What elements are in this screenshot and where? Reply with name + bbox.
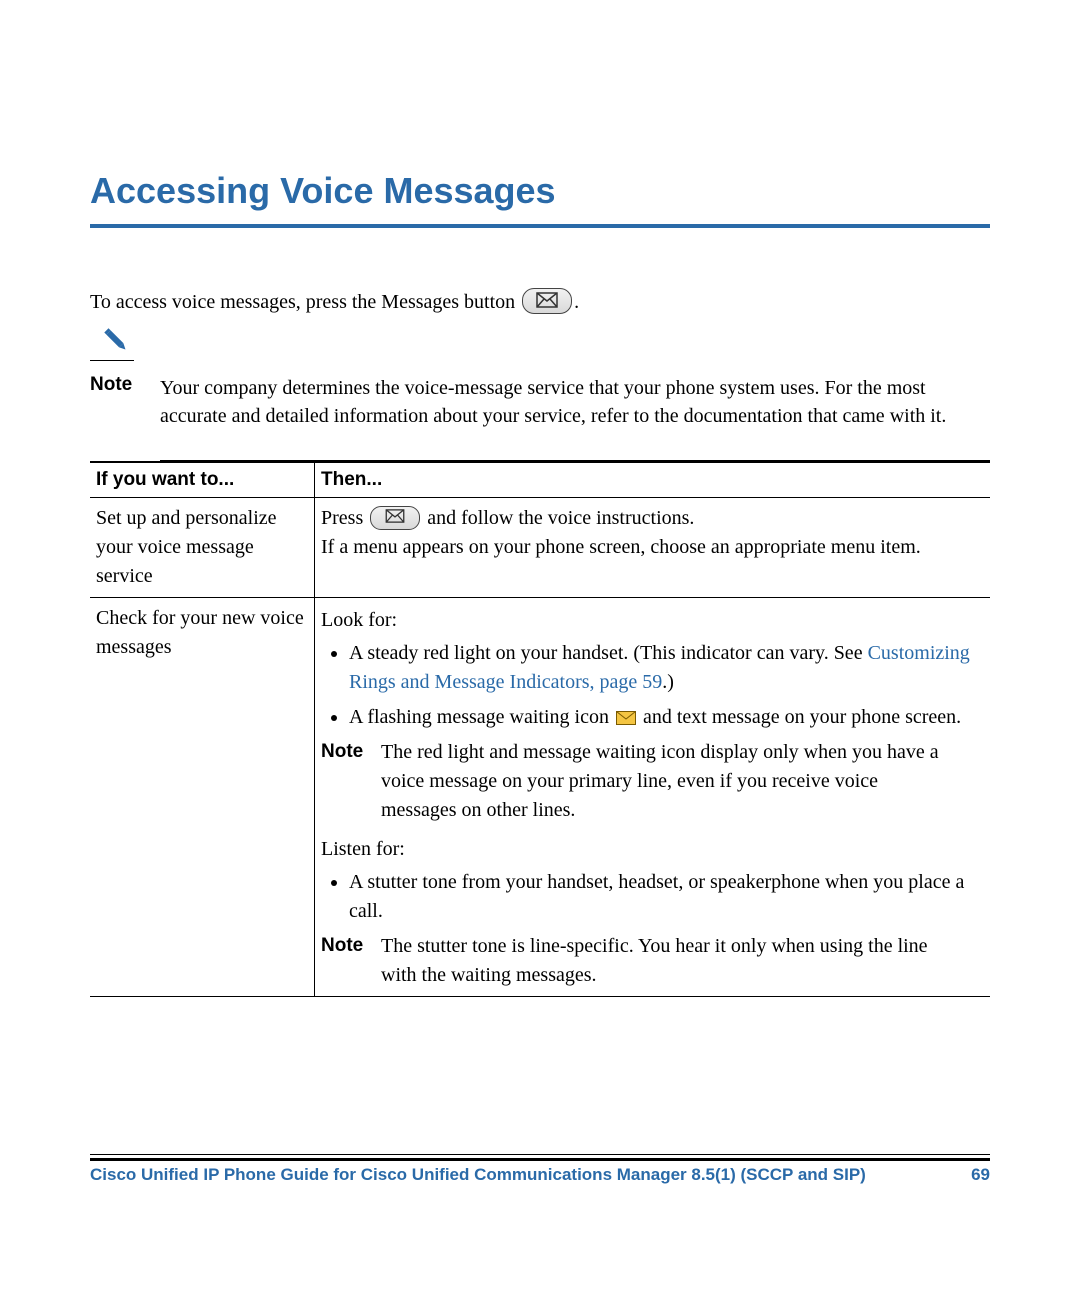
lookfor-list: A steady red light on your handset. (Thi…	[321, 639, 982, 732]
instructions-table: If you want to... Then... Set up and per…	[90, 461, 990, 997]
inner-note-text: The stutter tone is line-specific. You h…	[381, 932, 941, 990]
note-block: Note Your company determines the voice-m…	[90, 346, 990, 430]
press-text-before: Press	[321, 507, 368, 529]
messages-button-icon	[522, 288, 572, 314]
footer-page-number: 69	[971, 1165, 990, 1185]
listenfor-label: Listen for:	[321, 835, 982, 864]
list-item: A flashing message waiting icon and text…	[349, 703, 982, 732]
bullet2-text-b: and text message on your phone screen.	[643, 706, 961, 728]
listenfor-list: A stutter tone from your handset, headse…	[321, 868, 982, 926]
inner-note: Note The stutter tone is line-specific. …	[321, 932, 982, 990]
table-header-then: Then...	[315, 462, 991, 498]
row1-line1: Press and follow the voice instructions.	[321, 504, 982, 533]
table-cell-want: Set up and personalize your voice messag…	[90, 498, 315, 598]
list-item: A stutter tone from your handset, headse…	[349, 868, 982, 926]
bullet1-text-b: .)	[662, 671, 674, 693]
table-row: Check for your new voice messages Look f…	[90, 598, 990, 997]
inner-note-label: Note	[321, 738, 376, 766]
title-rule	[90, 224, 990, 228]
messages-button-icon	[370, 506, 420, 530]
note-label: Note	[90, 374, 132, 396]
intro-text-after: .	[574, 291, 579, 313]
inner-note-label: Note	[321, 932, 376, 960]
note-rule-top	[90, 360, 134, 361]
page-footer: Cisco Unified IP Phone Guide for Cisco U…	[90, 1154, 990, 1185]
footer-rule-thick	[90, 1158, 990, 1161]
lookfor-label: Look for:	[321, 606, 982, 635]
envelope-yellow-icon	[616, 711, 636, 725]
bullet1-text-a: A steady red light on your handset. (Thi…	[349, 642, 868, 664]
table-cell-then: Press and follow the voice instructions.…	[315, 498, 991, 598]
table-cell-then: Look for: A steady red light on your han…	[315, 598, 991, 997]
table-header-want: If you want to...	[90, 462, 315, 498]
footer-line: Cisco Unified IP Phone Guide for Cisco U…	[90, 1165, 990, 1185]
document-page: Accessing Voice Messages To access voice…	[0, 0, 1080, 1311]
row1-line2: If a menu appears on your phone screen, …	[321, 533, 982, 562]
table-header-row: If you want to... Then...	[90, 462, 990, 498]
list-item: A steady red light on your handset. (Thi…	[349, 639, 982, 697]
note-text: Your company determines the voice-messag…	[160, 346, 990, 430]
pencil-icon	[102, 326, 132, 361]
inner-note-text: The red light and message waiting icon d…	[381, 738, 941, 825]
table-row: Set up and personalize your voice messag…	[90, 498, 990, 598]
press-text-after: and follow the voice instructions.	[427, 507, 694, 529]
intro-text-before: To access voice messages, press the Mess…	[90, 291, 520, 313]
intro-paragraph: To access voice messages, press the Mess…	[90, 288, 990, 316]
bullet2-text-a: A flashing message waiting icon	[349, 706, 614, 728]
table-cell-want: Check for your new voice messages	[90, 598, 315, 997]
page-title: Accessing Voice Messages	[90, 170, 990, 212]
footer-title: Cisco Unified IP Phone Guide for Cisco U…	[90, 1165, 866, 1185]
inner-note: Note The red light and message waiting i…	[321, 738, 982, 825]
